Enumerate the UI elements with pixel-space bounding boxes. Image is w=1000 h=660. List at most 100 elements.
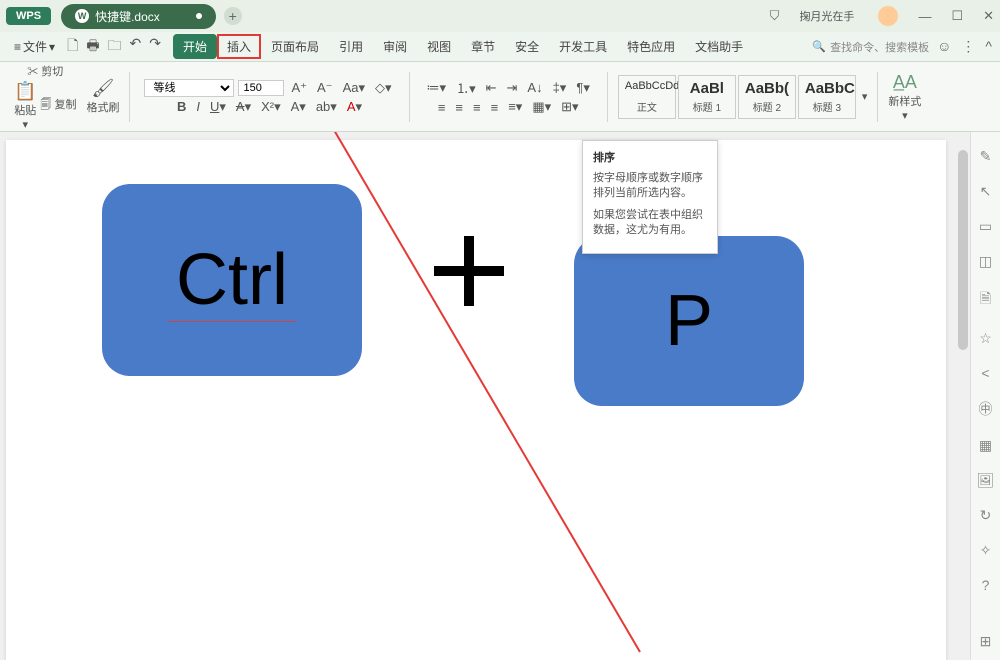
- font-size-input[interactable]: [238, 80, 284, 96]
- layers-icon[interactable]: ◫: [979, 253, 992, 270]
- styles-expand-icon[interactable]: ▾: [862, 90, 868, 103]
- align-dist-button[interactable]: ≡▾: [505, 99, 525, 115]
- indent-dec-button[interactable]: ⇤: [483, 80, 500, 96]
- tab-start[interactable]: 开始: [173, 34, 217, 59]
- key-ctrl-label: Ctrl: [168, 239, 296, 322]
- style-body[interactable]: AaBbCcDd正文: [618, 75, 676, 119]
- document-page[interactable]: Ctrl P 排序 按字母顺序或数字顺序排列当前所选内容。 如果您尝试在表中组织…: [6, 140, 946, 660]
- grid-icon[interactable]: ▦: [979, 437, 992, 454]
- help-icon[interactable]: ?: [982, 577, 990, 593]
- app-logo[interactable]: WPS: [6, 7, 51, 25]
- command-search[interactable]: 🔍 查找命令、搜索模板: [812, 39, 929, 55]
- undo-icon[interactable]: ↶: [130, 35, 142, 59]
- tab-assistant[interactable]: 文档助手: [685, 34, 753, 59]
- tab-security[interactable]: 安全: [505, 34, 549, 59]
- bold-button[interactable]: B: [174, 99, 189, 114]
- style-h1[interactable]: AaBl标题 1: [678, 75, 736, 119]
- close-button[interactable]: ✕: [983, 8, 994, 24]
- tab-insert[interactable]: 插入: [217, 34, 261, 59]
- tab-chapter[interactable]: 章节: [461, 34, 505, 59]
- clear-format-icon[interactable]: ◇▾: [372, 80, 395, 96]
- align-right-button[interactable]: ≡: [470, 100, 484, 115]
- tab-special[interactable]: 特色应用: [617, 34, 685, 59]
- shape-key-ctrl[interactable]: Ctrl: [102, 184, 362, 376]
- new-style-icon: A̲A: [893, 72, 917, 93]
- line-spacing-button[interactable]: ‡▾: [550, 80, 570, 96]
- quick-access-toolbar: 🗋 🖶 🗀 ↶ ↷: [67, 35, 161, 59]
- smiley-icon[interactable]: ☺: [937, 38, 951, 55]
- pen-icon[interactable]: ✎: [980, 148, 992, 165]
- history-icon[interactable]: ↻: [980, 507, 992, 524]
- highlight-button[interactable]: ab▾: [313, 99, 340, 115]
- avatar[interactable]: [878, 6, 898, 26]
- save-icon[interactable]: 🗋: [67, 35, 78, 59]
- tooltip-line2: 如果您尝试在表中组织数据，这尤为有用。: [593, 208, 707, 239]
- star-icon[interactable]: ☆: [979, 330, 992, 347]
- numbering-button[interactable]: ⒈▾: [453, 78, 479, 97]
- print-icon[interactable]: 🖶: [86, 35, 99, 59]
- tab-devtools[interactable]: 开发工具: [549, 34, 617, 59]
- scrollbar-thumb[interactable]: [958, 150, 968, 350]
- image-icon[interactable]: 🖼: [977, 472, 995, 489]
- ribbon-toolbar: ✂ 剪切 📋粘贴▾ 🗐 复制 🖌格式刷 等线 A⁺ A⁻ Aa▾ ◇▾ B I …: [0, 62, 1000, 132]
- file-menu[interactable]: ≡ 文件 ▾: [8, 38, 61, 55]
- doc-title: 快捷键.docx: [95, 8, 160, 25]
- cut-button[interactable]: ✂ 剪切: [27, 63, 63, 79]
- paste-button[interactable]: 📋粘贴▾: [14, 81, 36, 131]
- collapse-ribbon-icon[interactable]: ^: [985, 38, 992, 55]
- doc-icon: W: [75, 9, 89, 23]
- select-icon[interactable]: ▭: [979, 218, 992, 235]
- page-icon[interactable]: 🗎: [980, 288, 991, 312]
- tab-reference[interactable]: 引用: [329, 34, 373, 59]
- add-tab-button[interactable]: +: [224, 7, 242, 25]
- redo-icon[interactable]: ↷: [149, 35, 161, 59]
- change-case-icon[interactable]: Aa▾: [340, 80, 368, 96]
- super-sub-button[interactable]: X²▾: [258, 99, 284, 115]
- cursor-icon[interactable]: ↖: [980, 183, 992, 200]
- style-h2[interactable]: AaBb(标题 2: [738, 75, 796, 119]
- increase-font-icon[interactable]: A⁺: [288, 80, 310, 96]
- bullets-button[interactable]: ≔▾: [424, 80, 450, 96]
- translate-icon[interactable]: ㊥: [979, 399, 993, 419]
- font-family-select[interactable]: 等线: [144, 79, 234, 97]
- shading-button[interactable]: ▦▾: [529, 99, 554, 115]
- document-tab[interactable]: W 快捷键.docx: [61, 4, 216, 29]
- border-button[interactable]: ⊞▾: [558, 99, 581, 115]
- shield-icon[interactable]: ⛉: [770, 8, 780, 24]
- search-icon: 🔍: [812, 40, 826, 53]
- tools-icon[interactable]: ✧: [980, 542, 992, 559]
- maximize-button[interactable]: ☐: [951, 8, 963, 24]
- user-name: 掬月光在手: [799, 8, 854, 24]
- tab-view[interactable]: 视图: [417, 34, 461, 59]
- tab-review[interactable]: 审阅: [373, 34, 417, 59]
- indent-inc-button[interactable]: ⇥: [504, 80, 521, 96]
- decrease-font-icon[interactable]: A⁻: [314, 80, 336, 96]
- sort-button[interactable]: A↓: [524, 80, 545, 95]
- tab-layout[interactable]: 页面布局: [261, 34, 329, 59]
- ribbon-tabs: 开始 插入 页面布局 引用 审阅 视图 章节 安全 开发工具 特色应用 文档助手: [173, 34, 753, 59]
- show-marks-button[interactable]: ¶▾: [573, 80, 593, 96]
- style-h3[interactable]: AaBbC标题 3: [798, 75, 856, 119]
- apps-icon[interactable]: ⊞: [980, 633, 992, 650]
- underline-button[interactable]: U▾: [207, 99, 229, 115]
- vertical-scrollbar[interactable]: [956, 148, 970, 638]
- align-left-button[interactable]: ≡: [435, 100, 449, 115]
- sort-tooltip: 排序 按字母顺序或数字顺序排列当前所选内容。 如果您尝试在表中组织数据，这尤为有…: [582, 140, 718, 254]
- text-effect-button[interactable]: A▾: [288, 99, 309, 115]
- shape-plus-sign[interactable]: [434, 236, 504, 306]
- more-icon[interactable]: ⋮: [961, 38, 975, 55]
- minimize-button[interactable]: —: [918, 9, 931, 24]
- tooltip-title: 排序: [593, 149, 707, 165]
- strike-button[interactable]: A▾: [233, 99, 254, 115]
- font-color-button[interactable]: A▾: [344, 99, 365, 115]
- copy-button[interactable]: 🗐 复制: [40, 96, 76, 115]
- share-icon[interactable]: <: [981, 365, 989, 381]
- new-style-button[interactable]: A̲A 新样式▾: [888, 72, 921, 122]
- align-center-button[interactable]: ≡: [452, 100, 466, 115]
- preview-icon[interactable]: 🗀: [108, 35, 122, 59]
- document-canvas[interactable]: Ctrl P 排序 按字母顺序或数字顺序排列当前所选内容。 如果您尝试在表中组织…: [0, 132, 970, 660]
- align-justify-button[interactable]: ≡: [488, 100, 502, 115]
- shape-key-p[interactable]: P: [574, 236, 804, 406]
- italic-button[interactable]: I: [193, 99, 203, 114]
- format-brush-button[interactable]: 🖌格式刷: [86, 78, 119, 115]
